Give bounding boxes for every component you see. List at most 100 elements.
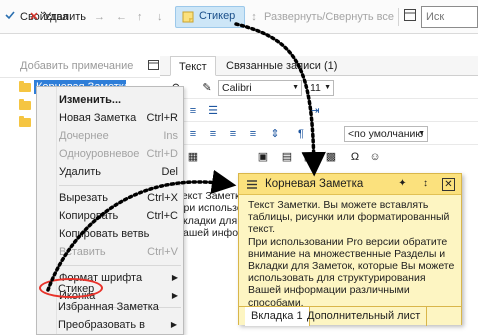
numbered-list-icon[interactable]: ☰ — [206, 104, 220, 118]
up-arrow-button[interactable]: ↑ — [137, 9, 143, 25]
symbol-icon[interactable]: Ω — [348, 150, 362, 164]
menu-item-paste[interactable]: Вставить Ctrl+V — [57, 243, 184, 261]
down-arrow-button[interactable]: ↓ — [157, 9, 163, 25]
menu-item-label: Вставить — [59, 246, 106, 258]
menu-separator — [59, 265, 181, 266]
sticker-title: Корневая Заметка — [265, 178, 364, 190]
menu-item-label: Копировать — [59, 210, 119, 222]
layout-button[interactable] — [404, 9, 416, 25]
chevron-down-icon: ▼ — [324, 84, 331, 91]
sticker-line: использовать для структурирования — [248, 272, 426, 285]
chevron-down-icon: ▼ — [292, 84, 299, 91]
font-name-select[interactable]: Calibri ▼ — [218, 80, 302, 96]
chevron-right-icon: ▶ — [170, 320, 177, 329]
align-left-icon[interactable]: ≡ — [186, 127, 200, 141]
grid-icon[interactable]: ▥ — [302, 150, 316, 164]
font-size-select[interactable]: 11 ▼ — [306, 80, 334, 96]
sticker-button-label: Стикер — [199, 10, 236, 22]
expand-collapse-button[interactable]: ↕ Развернуть/Свернуть все — [248, 9, 394, 25]
emoji-icon[interactable]: ☺ — [368, 150, 382, 164]
paragraph-toolbar: ≡ ≡ ≡ ≡ ⇕ ¶ <по умолчанию ▼ — [160, 123, 478, 145]
table-icon[interactable]: ▦ — [186, 150, 200, 164]
menu-item-shortcut: Del — [161, 166, 178, 178]
chart-icon[interactable]: ▩ — [324, 150, 338, 164]
image-icon[interactable]: ▣ — [256, 150, 270, 164]
folder-icon — [19, 116, 31, 127]
sticker-text[interactable]: Текст Заметки. Вы можете вставлять табли… — [248, 199, 456, 309]
tree-header: Добавить примечание — [0, 56, 160, 78]
menu-item-sibling[interactable]: Одноуровневое Ctrl+D — [57, 145, 184, 163]
sticker-tab-1[interactable]: Вкладка 1 — [245, 307, 310, 326]
sticker-line: Текст Заметки. Вы можете вставлять — [248, 199, 429, 211]
menu-icon-gutter — [37, 87, 57, 334]
align-justify-icon[interactable]: ≡ — [246, 127, 260, 141]
expand-collapse-icon: ↕ — [251, 11, 257, 23]
menu-item-child[interactable]: Дочернее Ins — [57, 127, 184, 145]
arrow-down-icon: ↓ — [157, 11, 163, 23]
paint-brush-icon[interactable]: ✎ — [200, 81, 214, 95]
arrow-right-icon: → — [94, 11, 105, 23]
menu-item-shortcut: Ctrl+X — [147, 192, 178, 204]
tab-text[interactable]: Текст — [170, 56, 216, 76]
align-center-icon[interactable]: ≡ — [206, 127, 220, 141]
sticker-line: Вашей информации различными — [248, 284, 410, 297]
panel-menu-icon[interactable] — [148, 60, 159, 70]
folder-icon — [19, 81, 31, 92]
delete-button[interactable]: ✕ Удалить — [28, 9, 86, 25]
menu-item-shortcut: Ins — [163, 130, 178, 142]
menu-item-convert-to[interactable]: Преобразовать в ▶ — [56, 316, 183, 334]
paragraph-style-value: <по умолчанию — [348, 128, 424, 140]
menu-item-label: Избранная Заметка — [58, 301, 159, 313]
menu-item-shortcut: Ctrl+V — [147, 246, 178, 258]
menu-item-cut[interactable]: Вырезать Ctrl+X — [57, 189, 184, 207]
menu-item-label: Дочернее — [59, 130, 109, 142]
delete-label: Удалить — [44, 11, 86, 23]
font-toolbar: ↶ ✎ Calibri▼ 11▼ — [160, 77, 478, 99]
search-field[interactable] — [421, 6, 478, 28]
sticker-window[interactable]: Корневая Заметка ✦ ↕ ✕ Текст Заметки. Вы… — [238, 173, 462, 326]
resize-vertical-icon[interactable]: ↕ — [419, 178, 432, 191]
bullet-list-icon[interactable]: ≡ — [186, 104, 200, 118]
sticker-icon — [182, 11, 194, 23]
sticker-tab-extra[interactable]: Дополнительный лист — [301, 307, 428, 326]
add-note-link[interactable]: Добавить примечание — [20, 60, 133, 72]
menu-item-shortcut: Ctrl+D — [146, 148, 178, 160]
main-toolbar: Свойства ✕ Удалить → ← ↑ ↓ Стикер ↕ Развер… — [0, 0, 478, 34]
chevron-down-icon: ▼ — [418, 130, 425, 137]
search-input[interactable] — [426, 8, 476, 26]
paragraph-icon[interactable]: ¶ — [294, 127, 308, 141]
menu-separator — [59, 185, 181, 186]
pin-icon[interactable]: ✦ — [396, 178, 409, 191]
menu-item-label: Копировать ветвь — [59, 228, 150, 240]
editor-tabs: Текст Связанные записи (1) — [160, 56, 478, 76]
insert-toolbar: ▦ ▣ ▤ ▥ ▩ Ω ☺ — [160, 146, 478, 168]
menu-item-label: Удалить — [59, 166, 101, 178]
back-arrow-button[interactable]: → — [94, 9, 105, 25]
sticker-menu-icon[interactable] — [247, 180, 257, 189]
left-arrow-button[interactable]: ← — [116, 9, 127, 25]
properties-icon — [4, 9, 16, 25]
insert-table-icon[interactable]: ▤ — [280, 150, 294, 164]
indent-icon[interactable]: ⇥ — [308, 104, 322, 118]
folder-icon — [19, 99, 31, 110]
paragraph-style-select[interactable]: <по умолчанию ▼ — [344, 126, 428, 142]
sticker-button[interactable]: Стикер — [175, 6, 245, 28]
sticker-line: внимание на множественные Разделы и — [248, 247, 446, 260]
expand-collapse-label: Развернуть/Свернуть все — [264, 11, 395, 23]
align-right-icon[interactable]: ≡ — [226, 127, 240, 141]
tab-linked-records[interactable]: Связанные записи (1) — [218, 56, 345, 76]
line-spacing-icon[interactable]: ⇕ — [268, 127, 282, 141]
font-size-value: 11 — [310, 82, 321, 94]
arrow-up-icon: ↑ — [137, 11, 143, 23]
menu-item-edit[interactable]: Изменить... — [57, 91, 184, 109]
menu-item-delete[interactable]: Удалить Del — [57, 163, 184, 181]
menu-item-favorite-note[interactable]: Избранная Заметка — [56, 298, 183, 316]
sticker-tabs: Вкладка 1 Дополнительный лист — [239, 306, 461, 326]
toolbar-divider — [398, 8, 399, 26]
menu-item-new-note[interactable]: Новая Заметка Ctrl+R — [57, 109, 184, 127]
close-icon[interactable]: ✕ — [442, 178, 455, 191]
menu-item-label: Одноуровневое — [59, 148, 140, 160]
menu-item-copy-branch[interactable]: Копировать ветвь — [57, 225, 184, 243]
menu-item-copy[interactable]: Копировать Ctrl+C — [57, 207, 184, 225]
sticker-title-bar[interactable]: Корневая Заметка ✦ ↕ ✕ — [239, 174, 461, 195]
